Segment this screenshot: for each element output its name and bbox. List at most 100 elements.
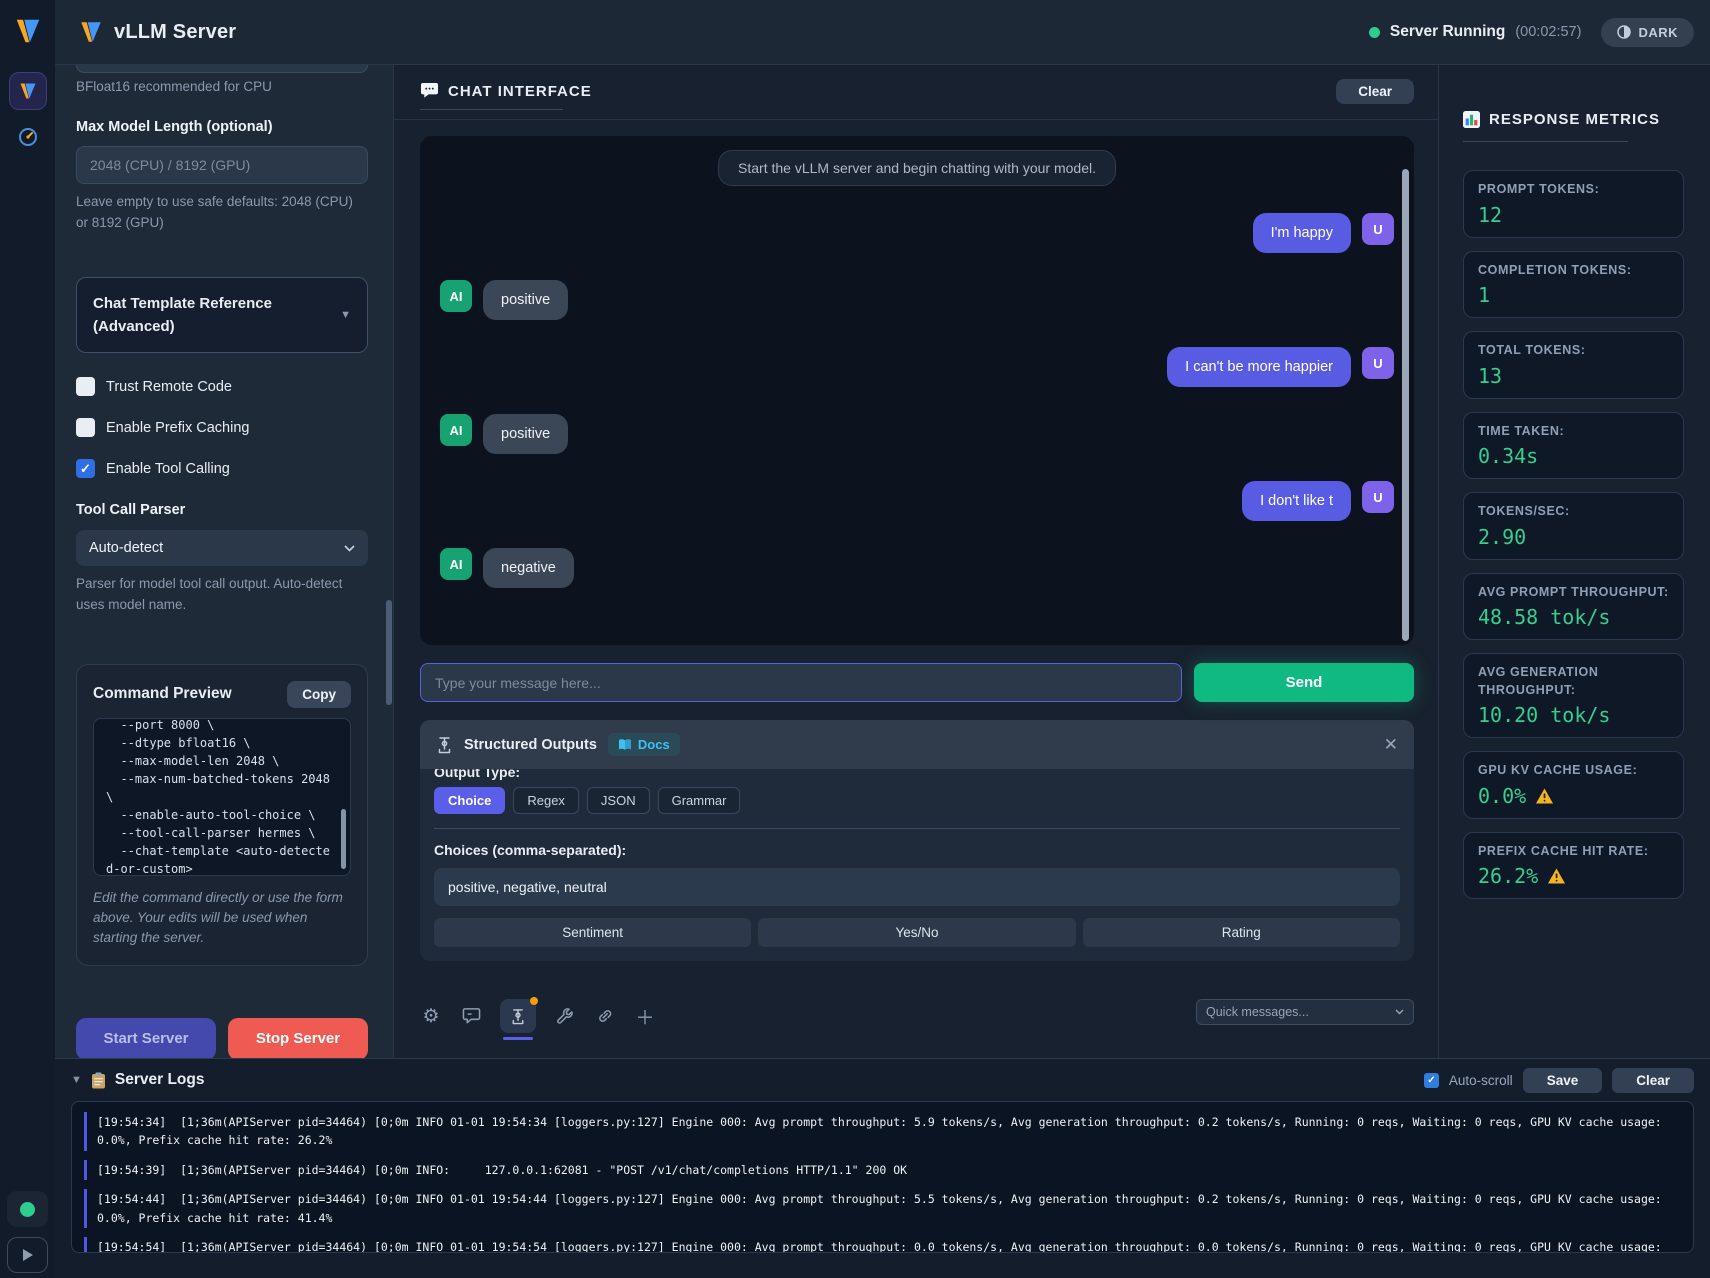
rail-item-vllm[interactable] bbox=[9, 72, 47, 110]
chat-template-reference-label: Chat Template Reference (Advanced) bbox=[93, 292, 321, 339]
link-icon[interactable] bbox=[594, 999, 616, 1033]
chat-message-row: U I can't be more happier bbox=[440, 347, 1394, 387]
metric-label: AVG GENERATION THROUGHPUT: bbox=[1478, 664, 1669, 699]
app-title: vLLM Server bbox=[114, 21, 236, 44]
header-right-group: Server Running (00:02:57) DARK bbox=[1369, 18, 1694, 47]
log-entry: [19:54:34] [1;36m(APIServer pid=34464) [… bbox=[84, 1112, 1681, 1151]
chat-clear-button[interactable]: Clear bbox=[1336, 79, 1414, 104]
choices-preset-group: Sentiment Yes/No Rating bbox=[434, 918, 1400, 947]
chat-template-reference-collapsible[interactable]: Chat Template Reference (Advanced) ▼ bbox=[76, 277, 368, 354]
logs-save-button[interactable]: Save bbox=[1523, 1068, 1603, 1093]
send-button[interactable]: Send bbox=[1194, 663, 1414, 702]
metric-card: PROMPT TOKENS: 12 bbox=[1463, 170, 1684, 238]
max-model-length-input[interactable] bbox=[76, 146, 368, 184]
checkbox[interactable] bbox=[76, 459, 95, 478]
checkbox-label: Enable Prefix Caching bbox=[106, 420, 249, 436]
command-preview-hint: Edit the command directly or use the for… bbox=[93, 888, 351, 949]
metric-value: 1 bbox=[1478, 283, 1490, 307]
vllm-logo-icon bbox=[78, 19, 104, 45]
metric-value: 0.34s bbox=[1478, 444, 1538, 468]
start-server-button[interactable]: Start Server bbox=[76, 1018, 216, 1059]
structured-outputs-toggle-button[interactable] bbox=[500, 999, 536, 1033]
docs-button[interactable]: Docs bbox=[608, 733, 680, 756]
output-type-button[interactable]: Choice bbox=[434, 787, 505, 814]
checkbox[interactable] bbox=[76, 418, 95, 437]
green-status-dot-icon bbox=[20, 1202, 35, 1217]
tool-call-parser-select[interactable]: Auto-detect bbox=[76, 530, 368, 566]
settings-scrollbar[interactable] bbox=[386, 600, 392, 705]
response-metrics-title: RESPONSE METRICS bbox=[1489, 111, 1660, 128]
checkbox-row[interactable]: Trust Remote Code bbox=[76, 377, 368, 396]
quick-messages-select[interactable]: Quick messages... bbox=[1196, 999, 1414, 1025]
avatar: U bbox=[1362, 347, 1394, 379]
output-type-button[interactable]: JSON bbox=[587, 787, 650, 814]
log-output[interactable]: [19:54:34] [1;36m(APIServer pid=34464) [… bbox=[71, 1101, 1694, 1253]
metric-card: AVG GENERATION THROUGHPUT: 10.20 tok/s bbox=[1463, 653, 1684, 738]
metric-card: TIME TAKEN: 0.34s bbox=[1463, 412, 1684, 480]
rail-item-metrics[interactable] bbox=[16, 126, 40, 148]
checkbox-row[interactable]: Enable Prefix Caching bbox=[76, 418, 368, 437]
dtype-select-clipped[interactable] bbox=[76, 65, 368, 73]
quick-messages-placeholder: Quick messages... bbox=[1206, 1005, 1309, 1019]
status-indicator-button[interactable] bbox=[7, 1191, 48, 1227]
copy-button[interactable]: Copy bbox=[287, 681, 351, 708]
metric-label: TOTAL TOKENS: bbox=[1478, 342, 1669, 360]
choices-preset-button[interactable]: Sentiment bbox=[434, 918, 751, 947]
logs-clear-button[interactable]: Clear bbox=[1612, 1068, 1694, 1093]
collapse-triangle-icon[interactable]: ▼ bbox=[71, 1074, 82, 1086]
theme-toggle-button[interactable]: DARK bbox=[1601, 18, 1694, 47]
close-icon[interactable]: ✕ bbox=[1384, 735, 1398, 755]
message-input[interactable] bbox=[420, 663, 1182, 702]
metric-card: PREFIX CACHE HIT RATE: 26.2% bbox=[1463, 832, 1684, 900]
settings-gear-icon[interactable]: ⚙ bbox=[420, 999, 442, 1033]
message-bubble: I'm happy bbox=[1253, 213, 1351, 253]
tool-call-parser-label: Tool Call Parser bbox=[76, 502, 368, 518]
log-entry: [19:54:44] [1;36m(APIServer pid=34464) [… bbox=[84, 1189, 1681, 1228]
server-status-label: Server Running bbox=[1390, 23, 1505, 41]
divider bbox=[434, 828, 1400, 829]
structured-outputs-title: Structured Outputs bbox=[464, 737, 597, 753]
chat-bubble-icon bbox=[420, 82, 439, 100]
book-icon bbox=[618, 739, 632, 751]
metric-label: AVG PROMPT THROUGHPUT: bbox=[1478, 584, 1669, 602]
stop-server-button[interactable]: Stop Server bbox=[228, 1018, 368, 1059]
plus-icon[interactable]: ＋ bbox=[634, 999, 656, 1033]
checkbox[interactable] bbox=[76, 377, 95, 396]
choices-preset-button[interactable]: Rating bbox=[1083, 918, 1400, 947]
warning-icon bbox=[1547, 868, 1566, 884]
autoscroll-label: Auto-scroll bbox=[1449, 1073, 1513, 1088]
play-icon bbox=[22, 1248, 34, 1262]
left-rail bbox=[0, 0, 55, 1278]
metric-value: 26.2% bbox=[1478, 864, 1538, 888]
metric-card: GPU KV CACHE USAGE: 0.0% bbox=[1463, 751, 1684, 819]
metric-card: TOTAL TOKENS: 13 bbox=[1463, 331, 1684, 399]
max-model-length-hint: Leave empty to use safe defaults: 2048 (… bbox=[76, 192, 368, 233]
chat-scrollbar[interactable] bbox=[1402, 169, 1409, 641]
expand-panel-button[interactable] bbox=[7, 1237, 48, 1273]
metric-label: GPU KV CACHE USAGE: bbox=[1478, 762, 1669, 780]
chat-message-row: U I'm happy bbox=[440, 213, 1394, 253]
choices-preset-button[interactable]: Yes/No bbox=[758, 918, 1075, 947]
metric-card: COMPLETION TOKENS: 1 bbox=[1463, 251, 1684, 319]
chat-messages-area[interactable]: Start the vLLM server and begin chatting… bbox=[420, 136, 1414, 645]
metric-label: TIME TAKEN: bbox=[1478, 423, 1669, 441]
chevron-down-icon bbox=[1395, 1009, 1404, 1015]
command-preview-editor[interactable]: --port 8000 \ --dtype bfloat16 \ --max-m… bbox=[93, 718, 351, 876]
command-scrollbar[interactable] bbox=[341, 809, 346, 869]
output-type-button[interactable]: Grammar bbox=[658, 787, 741, 814]
checkbox-label: Enable Tool Calling bbox=[106, 461, 230, 477]
server-logs-title: Server Logs bbox=[115, 1071, 205, 1089]
avatar: AI bbox=[440, 280, 472, 312]
metric-value: 10.20 tok/s bbox=[1478, 703, 1610, 727]
output-type-button[interactable]: Regex bbox=[513, 787, 579, 814]
comment-icon[interactable] bbox=[460, 999, 482, 1033]
message-bubble: I don't like t bbox=[1242, 481, 1351, 521]
chat-header-divider bbox=[394, 119, 1438, 120]
bar-chart-icon bbox=[1463, 111, 1480, 128]
choices-input[interactable] bbox=[434, 868, 1400, 906]
autoscroll-checkbox[interactable] bbox=[1424, 1073, 1439, 1088]
message-bubble: negative bbox=[483, 548, 574, 588]
wrench-icon[interactable] bbox=[554, 999, 576, 1033]
checkbox-row[interactable]: Enable Tool Calling bbox=[76, 459, 368, 478]
message-bubble: positive bbox=[483, 280, 568, 320]
